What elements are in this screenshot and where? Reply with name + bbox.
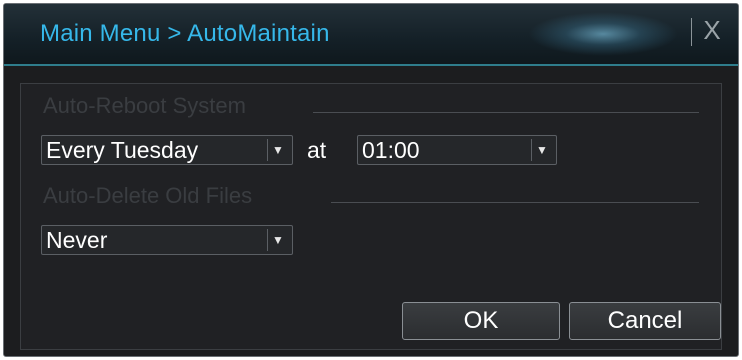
auto-delete-section-label: Auto-Delete Old Files xyxy=(43,183,253,208)
ok-button[interactable]: OK xyxy=(402,302,560,340)
reboot-time-value: 01:00 xyxy=(362,137,420,163)
chevron-down-icon[interactable]: ▼ xyxy=(267,229,288,251)
reboot-time-select[interactable]: 01:00 ▼ xyxy=(357,135,557,165)
auto-delete-select[interactable]: Never ▼ xyxy=(41,225,293,255)
at-label: at xyxy=(307,137,327,163)
auto-reboot-section-label: Auto-Reboot System xyxy=(43,93,246,118)
auto-maintain-dialog: Main Menu > AutoMaintain X Auto-Reboot S… xyxy=(3,3,739,357)
cancel-button[interactable]: Cancel xyxy=(569,302,721,340)
close-icon[interactable]: X xyxy=(700,14,724,46)
chevron-down-icon[interactable]: ▼ xyxy=(267,139,288,161)
window-title: Main Menu > AutoMaintain xyxy=(40,20,330,47)
auto-delete-value: Never xyxy=(46,227,108,253)
auto-reboot-divider xyxy=(313,112,699,113)
title-glow-decoration xyxy=(528,12,678,56)
auto-delete-divider xyxy=(331,202,699,203)
chevron-down-icon[interactable]: ▼ xyxy=(531,139,552,161)
title-bar: Main Menu > AutoMaintain X xyxy=(4,4,738,66)
reboot-frequency-select[interactable]: Every Tuesday ▼ xyxy=(41,135,293,165)
content-panel: Auto-Reboot System Every Tuesday ▼ at 01… xyxy=(20,83,722,350)
reboot-frequency-value: Every Tuesday xyxy=(46,137,199,163)
close-separator xyxy=(691,18,692,46)
